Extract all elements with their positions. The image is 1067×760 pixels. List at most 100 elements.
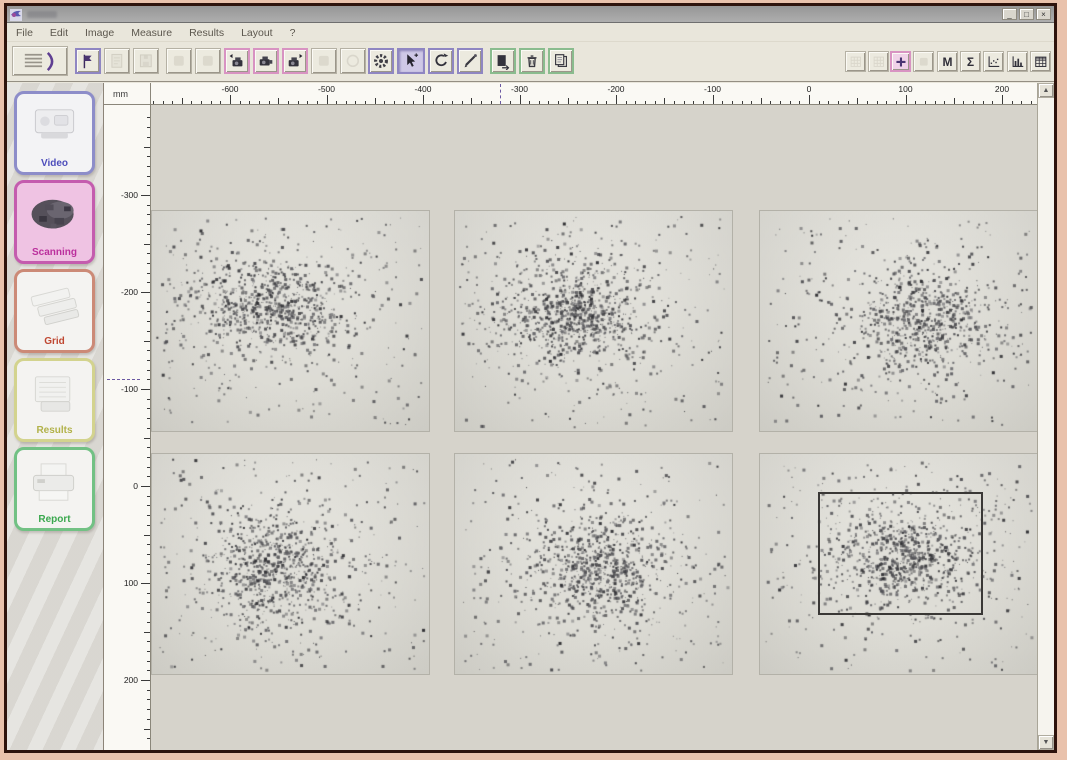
ruler-tick	[141, 486, 150, 487]
tool-disabled-3[interactable]	[311, 48, 337, 74]
ruler-tick	[240, 101, 241, 105]
open-image-button[interactable]	[104, 48, 130, 74]
sample-field-5[interactable]	[455, 454, 732, 674]
sample-field-2-image[interactable]	[455, 211, 732, 431]
measure-m-glyph: M	[943, 56, 953, 68]
ruler-tick	[664, 98, 665, 104]
rotate-icon	[432, 52, 450, 70]
tool-disabled-5[interactable]	[913, 51, 934, 72]
chart-bars-icon	[1010, 54, 1026, 70]
ruler-tick	[147, 185, 151, 186]
image-canvas[interactable]	[151, 105, 1037, 750]
ruler-tick	[147, 447, 151, 448]
ruler-tick	[577, 101, 578, 105]
grid-tool-button-1[interactable]	[845, 51, 866, 72]
ruler-tick	[141, 583, 150, 584]
ruler-unit-cell: mm	[104, 83, 151, 105]
camera-capture-button[interactable]	[253, 48, 279, 74]
sum-button[interactable]: Σ	[960, 51, 981, 72]
ruler-tick	[568, 98, 569, 104]
ruler-tick	[144, 632, 150, 633]
delete-field-button[interactable]	[519, 48, 545, 74]
menu-item-image[interactable]: Image	[85, 27, 114, 39]
menu-item-results[interactable]: Results	[189, 27, 224, 39]
h-ruler-cursor-marker	[500, 84, 501, 104]
menu-item-file[interactable]: File	[16, 27, 33, 39]
settings-gear-button[interactable]	[368, 48, 394, 74]
view-report-button[interactable]	[548, 48, 574, 74]
ruler-tick	[147, 690, 151, 691]
minimize-button[interactable]: _	[1002, 8, 1017, 20]
sample-field-4-image[interactable]	[152, 454, 429, 674]
scroll-up-button[interactable]: ▲	[1038, 83, 1054, 98]
tool-disabled-4[interactable]	[340, 48, 366, 74]
ruler-tick	[147, 428, 151, 429]
v-ruler-cursor-marker	[107, 379, 140, 380]
ruler-tick	[857, 98, 858, 104]
scatter-chart-button[interactable]	[983, 51, 1004, 72]
rotate-tool-button[interactable]	[428, 48, 454, 74]
ruler-tick	[693, 101, 694, 105]
ruler-tick	[147, 408, 151, 409]
sample-field-1-image[interactable]	[152, 211, 429, 431]
menu-item-help[interactable]: ?	[290, 27, 296, 39]
histogram-button[interactable]	[1007, 51, 1028, 72]
selection-rectangle[interactable]	[818, 492, 983, 615]
stage-button-video[interactable]: Video	[14, 91, 95, 175]
ruler-tick	[230, 95, 231, 104]
tool-disabled-1[interactable]	[166, 48, 192, 74]
sample-field-4[interactable]	[152, 454, 429, 674]
scroll-down-button[interactable]: ▼	[1038, 735, 1054, 750]
ruler-tick	[147, 399, 151, 400]
vertical-scrollbar[interactable]: ▲ ▼	[1037, 83, 1054, 750]
measure-m-button[interactable]: M	[937, 51, 958, 72]
sample-field-3-image[interactable]	[760, 211, 1037, 431]
clipboard-copy-button[interactable]	[490, 48, 516, 74]
ruler-tick	[141, 389, 150, 390]
camera-prev-button[interactable]	[224, 48, 250, 74]
marker-tool-button[interactable]	[890, 51, 911, 72]
ruler-tick	[886, 101, 887, 105]
menu-item-edit[interactable]: Edit	[50, 27, 68, 39]
sample-field-2[interactable]	[455, 211, 732, 431]
ruler-tick	[452, 101, 453, 105]
pen-icon	[461, 52, 479, 70]
pointer-tool-button[interactable]	[397, 48, 425, 74]
menu-item-layout[interactable]: Layout	[241, 27, 273, 39]
tool-disabled-2[interactable]	[195, 48, 221, 74]
ruler-tick	[249, 101, 250, 105]
save-image-button[interactable]	[133, 48, 159, 74]
sample-field-1[interactable]	[152, 211, 429, 431]
data-table-button[interactable]	[1030, 51, 1051, 72]
flag-tool-button[interactable]	[75, 48, 101, 74]
draw-tool-button[interactable]	[457, 48, 483, 74]
table-icon	[1033, 54, 1049, 70]
camera-next-button[interactable]	[282, 48, 308, 74]
ruler-tick	[147, 127, 151, 128]
maximize-button[interactable]: □	[1019, 8, 1034, 20]
stage-button-grid[interactable]: Grid	[14, 269, 95, 353]
ruler-tick	[147, 418, 151, 419]
ruler-tick	[1012, 101, 1013, 105]
grid-tool-button-2[interactable]	[868, 51, 889, 72]
sample-field-3[interactable]	[760, 211, 1037, 431]
smudge-icon	[314, 51, 334, 71]
ruler-tick	[144, 438, 150, 439]
stage-button-report[interactable]: Report	[14, 447, 95, 531]
sample-field-5-image[interactable]	[455, 454, 732, 674]
ruler-tick	[684, 101, 685, 105]
stage-button-scanning[interactable]: Scanning	[14, 180, 95, 264]
close-button[interactable]: ×	[1036, 8, 1051, 20]
menu-item-measure[interactable]: Measure	[131, 27, 172, 39]
h-ruler-label: -600	[221, 84, 238, 94]
ruler-tick	[944, 101, 945, 105]
sample-field-6[interactable]	[760, 454, 1037, 674]
stage-button-results[interactable]: Results	[14, 358, 95, 442]
window-controls: _ □ ×	[1002, 8, 1051, 20]
window-titlebar: _ □ ×	[7, 6, 1054, 23]
script-panel-button[interactable]	[12, 46, 68, 76]
page-arrow-icon	[494, 52, 512, 70]
ruler-tick	[346, 101, 347, 105]
ruler-tick	[147, 661, 151, 662]
ruler-tick	[983, 101, 984, 105]
